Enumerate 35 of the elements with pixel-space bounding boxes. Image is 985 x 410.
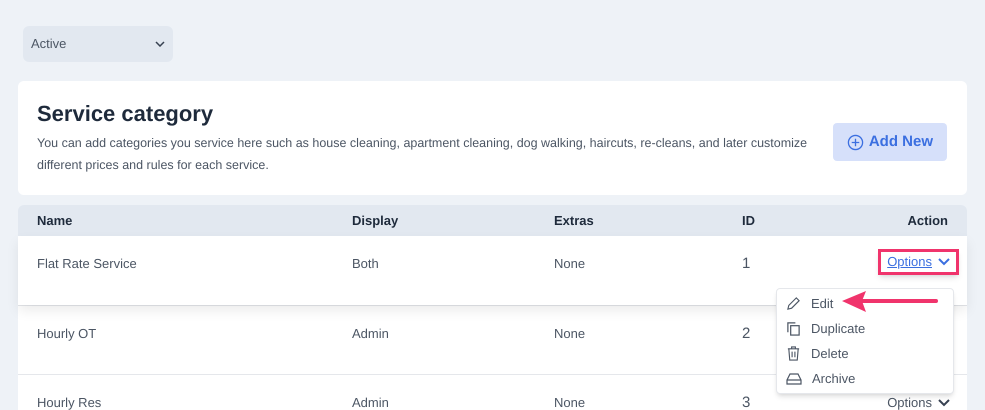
- copy-icon: [786, 321, 801, 336]
- page-description: You can add categories you service here such as house cleaning, apartment cleaning, dog walking, haircuts, re-cleans, and later customize different prices and rules for each service.: [37, 135, 808, 174]
- chevron-down-icon: [938, 258, 950, 266]
- table-cell: Admin: [352, 326, 389, 341]
- pencil-icon: [786, 296, 801, 311]
- column-header: Name: [37, 212, 72, 228]
- chevron-down-icon: [938, 399, 950, 407]
- table-cell: Admin: [352, 395, 389, 410]
- table-cell: 2: [742, 325, 750, 342]
- menu-item[interactable]: Archive: [777, 366, 860, 391]
- menu-item[interactable]: Edit: [777, 291, 838, 316]
- table-cell: None: [554, 256, 586, 271]
- table-cell: None: [554, 326, 586, 341]
- table-cell: None: [554, 395, 586, 410]
- plus-circle-icon: [846, 134, 864, 150]
- column-header: ID: [742, 212, 755, 228]
- trash-icon: [786, 346, 801, 361]
- page-title: Service category: [37, 100, 214, 128]
- chevron-down-icon: [155, 41, 165, 47]
- table-cell: Flat Rate Service: [37, 256, 137, 271]
- column-header: Extras: [554, 212, 594, 228]
- add-new-button[interactable]: Add New: [832, 123, 947, 161]
- table-cell: Both: [352, 256, 379, 271]
- table-cell: 3: [742, 394, 750, 410]
- options-link[interactable]: Options: [887, 255, 950, 269]
- options-link[interactable]: Options: [887, 396, 950, 410]
- table-cell: Hourly Res: [37, 395, 102, 410]
- column-header: Display: [352, 212, 398, 228]
- menu-item[interactable]: Delete: [777, 341, 853, 366]
- table-cell: 1: [742, 255, 750, 272]
- table-cell: Hourly OT: [37, 326, 96, 341]
- status-dropdown[interactable]: Active: [23, 26, 173, 62]
- column-header: Action: [908, 212, 948, 228]
- menu-item[interactable]: Duplicate: [777, 316, 870, 341]
- tray-icon: [786, 372, 802, 385]
